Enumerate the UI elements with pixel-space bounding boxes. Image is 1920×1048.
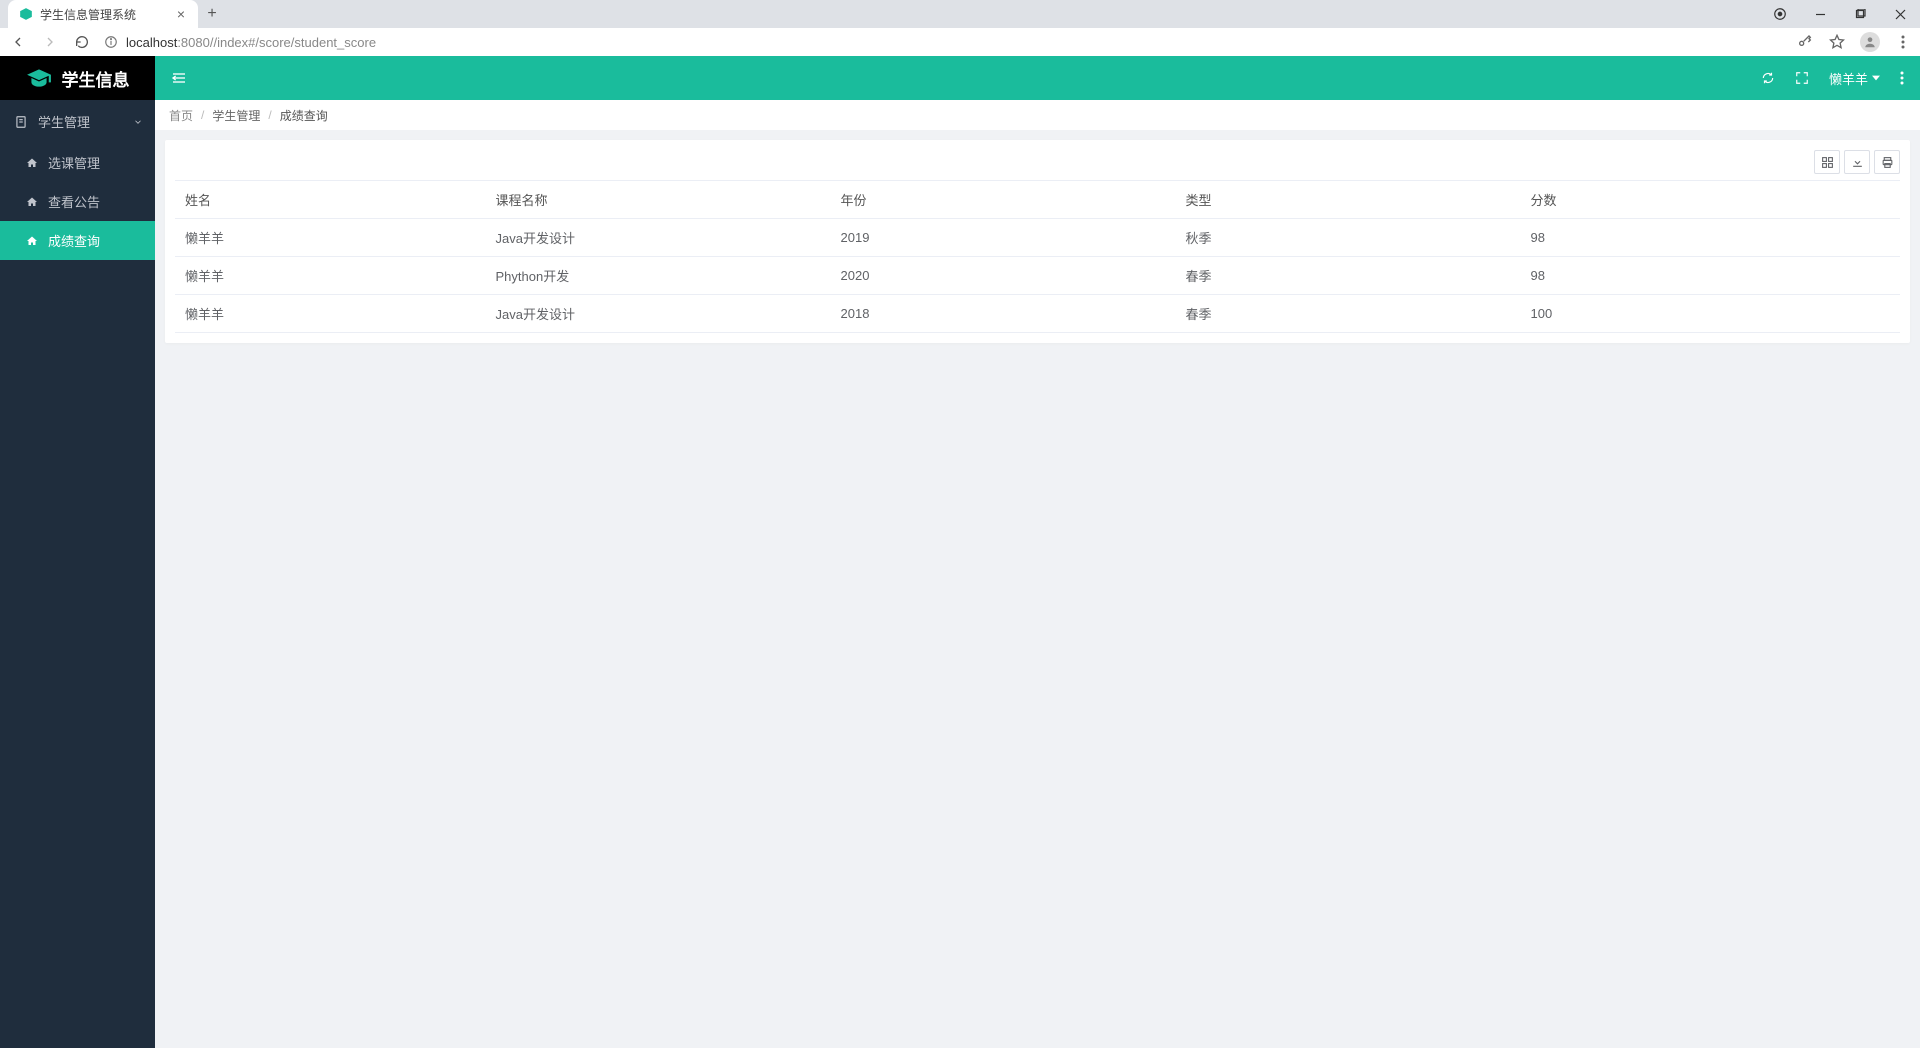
window-close-icon[interactable] (1880, 0, 1920, 28)
table-toolbar (175, 150, 1900, 174)
sidebar-item-label: 选课管理 (48, 153, 100, 172)
sidebar-group-student[interactable]: 学生管理 (0, 100, 155, 143)
tab-bar: 学生信息管理系统 × + (0, 0, 1920, 28)
new-tab-button[interactable]: + (198, 0, 226, 28)
chevron-down-icon (133, 117, 143, 127)
table-row[interactable]: 懒羊羊Java开发设计2019秋季98 (175, 219, 1900, 257)
table-cell: 98 (1521, 257, 1901, 295)
table-row[interactable]: 懒羊羊Java开发设计2018春季100 (175, 295, 1900, 333)
close-icon[interactable]: × (174, 7, 188, 21)
top-bar: 懒羊羊 (155, 56, 1920, 100)
incognito-icon[interactable] (1760, 0, 1800, 28)
kebab-icon[interactable] (1894, 33, 1912, 51)
menu-toggle-icon[interactable] (171, 71, 187, 85)
breadcrumb-item[interactable]: 首页 (169, 107, 193, 124)
home-icon (26, 196, 38, 208)
export-button[interactable] (1844, 150, 1870, 174)
key-icon[interactable] (1796, 33, 1814, 51)
graduation-cap-icon (26, 67, 52, 89)
address-bar-right (1796, 32, 1912, 52)
printer-icon (1881, 156, 1894, 169)
sidebar-group-label: 学生管理 (38, 112, 90, 131)
caret-down-icon (1872, 74, 1880, 82)
sidebar-item-label: 成绩查询 (48, 231, 100, 250)
more-icon[interactable] (1900, 71, 1904, 85)
user-menu[interactable]: 懒羊羊 (1829, 69, 1880, 88)
sidebar: 学生信息 学生管理 选课管理 查看公告 成 (0, 56, 155, 1048)
refresh-icon[interactable] (1761, 71, 1775, 85)
print-button[interactable] (1874, 150, 1900, 174)
tab-title: 学生信息管理系统 (40, 6, 174, 23)
table-header: 年份 (831, 181, 1176, 219)
info-icon (104, 35, 118, 49)
maximize-icon[interactable] (1840, 0, 1880, 28)
browser-chrome: 学生信息管理系统 × + (0, 0, 1920, 56)
url-text: localhost:8080//index#/score/student_sco… (126, 35, 376, 50)
table-header: 姓名 (175, 181, 486, 219)
panel: 姓名 课程名称 年份 类型 分数 懒羊羊Java开发设计2019秋季98懒羊羊P… (165, 140, 1910, 343)
breadcrumb-sep: / (201, 108, 204, 122)
sidebar-item-notice[interactable]: 查看公告 (0, 182, 155, 221)
table-cell: 98 (1521, 219, 1901, 257)
home-icon (26, 157, 38, 169)
window-controls (1760, 0, 1920, 28)
columns-button[interactable] (1814, 150, 1840, 174)
cube-icon (18, 6, 34, 22)
table-cell: 春季 (1176, 257, 1521, 295)
table-header: 课程名称 (486, 181, 831, 219)
address-bar: localhost:8080//index#/score/student_sco… (0, 28, 1920, 56)
table-row[interactable]: 懒羊羊Phython开发2020春季98 (175, 257, 1900, 295)
breadcrumb-item: 成绩查询 (280, 107, 328, 124)
table-cell: 秋季 (1176, 219, 1521, 257)
grid-icon (1821, 156, 1834, 169)
sidebar-item-label: 查看公告 (48, 192, 100, 211)
table-cell: 春季 (1176, 295, 1521, 333)
fullscreen-icon[interactable] (1795, 71, 1809, 85)
table-cell: 2019 (831, 219, 1176, 257)
document-icon (14, 115, 28, 129)
score-table: 姓名 课程名称 年份 类型 分数 懒羊羊Java开发设计2019秋季98懒羊羊P… (175, 180, 1900, 333)
table-cell: 懒羊羊 (175, 295, 486, 333)
star-icon[interactable] (1828, 33, 1846, 51)
main: 懒羊羊 首页 / 学生管理 / 成绩查询 (155, 56, 1920, 1048)
logo-text: 学生信息 (62, 66, 130, 91)
table-cell: Phython开发 (486, 257, 831, 295)
content: 姓名 课程名称 年份 类型 分数 懒羊羊Java开发设计2019秋季98懒羊羊P… (155, 130, 1920, 353)
table-cell: 2018 (831, 295, 1176, 333)
breadcrumb: 首页 / 学生管理 / 成绩查询 (155, 100, 1920, 130)
table-header: 类型 (1176, 181, 1521, 219)
forward-icon[interactable] (40, 32, 60, 52)
minimize-icon[interactable] (1800, 0, 1840, 28)
browser-tab[interactable]: 学生信息管理系统 × (8, 0, 198, 28)
profile-icon[interactable] (1860, 32, 1880, 52)
sidebar-item-score[interactable]: 成绩查询 (0, 221, 155, 260)
user-name-label: 懒羊羊 (1829, 69, 1868, 88)
table-cell: 100 (1521, 295, 1901, 333)
table-cell: 懒羊羊 (175, 219, 486, 257)
table-cell: 懒羊羊 (175, 257, 486, 295)
back-icon[interactable] (8, 32, 28, 52)
download-icon (1851, 156, 1864, 169)
home-icon (26, 235, 38, 247)
sidebar-item-course[interactable]: 选课管理 (0, 143, 155, 182)
url-field[interactable]: localhost:8080//index#/score/student_sco… (104, 31, 1784, 53)
reload-icon[interactable] (72, 32, 92, 52)
app: 学生信息 学生管理 选课管理 查看公告 成 (0, 56, 1920, 1048)
breadcrumb-sep: / (268, 108, 271, 122)
table-cell: Java开发设计 (486, 295, 831, 333)
table-header: 分数 (1521, 181, 1901, 219)
table-cell: Java开发设计 (486, 219, 831, 257)
table-header-row: 姓名 课程名称 年份 类型 分数 (175, 181, 1900, 219)
table-cell: 2020 (831, 257, 1176, 295)
logo: 学生信息 (0, 56, 155, 100)
breadcrumb-item[interactable]: 学生管理 (212, 107, 260, 124)
